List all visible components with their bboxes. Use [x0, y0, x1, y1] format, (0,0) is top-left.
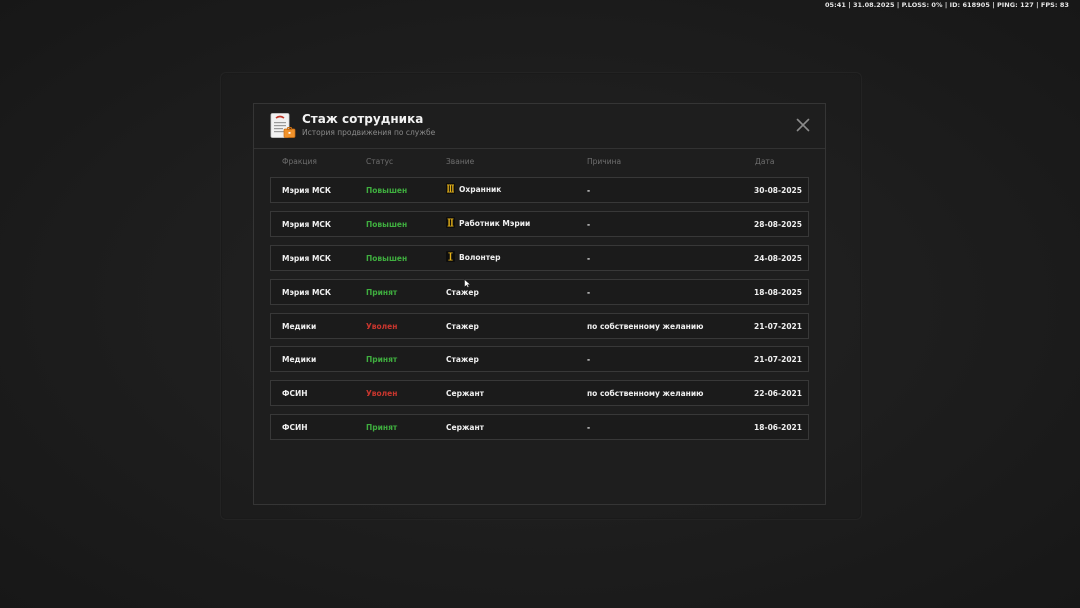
row-faction: Мэрия МСК — [282, 220, 332, 229]
row-status: Принят — [366, 355, 398, 364]
row-rank-cell: Волонтер — [446, 251, 501, 262]
row-status: Повышен — [366, 220, 408, 229]
row-date: 28-08-2025 — [754, 220, 802, 229]
row-status: Уволен — [366, 389, 398, 398]
row-rank: Стажер — [446, 288, 479, 297]
table-row: Медики Уволен Стажер по собственному жел… — [270, 313, 809, 339]
row-date: 18-08-2025 — [754, 288, 802, 297]
row-reason: по собственному желанию — [587, 322, 704, 331]
hud-stats: 05:41 | 31.08.2025 | P.LOSS: 0% | ID: 61… — [824, 1, 1069, 9]
table-row: Мэрия МСК Принят Стажер - 18-08-2025 — [270, 279, 809, 305]
row-date: 18-06-2021 — [754, 423, 802, 432]
rank-icon — [446, 217, 455, 228]
row-status: Повышен — [366, 254, 408, 263]
table-row: Мэрия МСК Повышен Работник Мэрии - 28-08… — [270, 211, 809, 237]
table-row: ФСИН Уволен Сержант по собственному жела… — [270, 380, 809, 406]
row-faction: Мэрия МСК — [282, 186, 332, 195]
row-date: 24-08-2025 — [754, 254, 802, 263]
row-faction: Мэрия МСК — [282, 288, 332, 297]
table-row: ФСИН Принят Сержант - 18-06-2021 — [270, 414, 809, 440]
row-rank: Стажер — [446, 355, 479, 364]
table-row: Медики Принят Стажер - 21-07-2021 — [270, 346, 809, 372]
row-date: 22-06-2021 — [754, 389, 802, 398]
row-reason: - — [587, 288, 591, 297]
close-icon[interactable] — [796, 118, 810, 132]
row-status: Принят — [366, 423, 398, 432]
table-row: Мэрия МСК Повышен Волонтер - 24-08-2025 — [270, 245, 809, 271]
column-headers: Фракция Статус Звание Причина Дата — [271, 157, 811, 169]
row-rank: Охранник — [459, 185, 502, 194]
document-icon — [270, 113, 296, 138]
row-reason: по собственному желанию — [587, 389, 704, 398]
modal-subtitle: История продвижения по службе — [302, 128, 436, 137]
row-rank-cell: Работник Мэрии — [446, 217, 530, 228]
rank-icon — [446, 183, 455, 194]
row-rank: Работник Мэрии — [459, 219, 531, 228]
rank-icon — [446, 251, 455, 262]
row-faction: ФСИН — [282, 423, 308, 432]
row-reason: - — [587, 355, 591, 364]
row-reason: - — [587, 423, 591, 432]
modal-header: Стаж сотрудника История продвижения по с… — [254, 104, 825, 149]
column-status: Статус — [366, 157, 394, 166]
row-status: Повышен — [366, 186, 408, 195]
row-status: Уволен — [366, 322, 398, 331]
row-date: 21-07-2021 — [754, 322, 802, 331]
row-rank: Волонтер — [459, 253, 501, 262]
row-faction: Мэрия МСК — [282, 254, 332, 263]
row-status: Принят — [366, 288, 398, 297]
column-faction: Фракция — [282, 157, 317, 166]
row-reason: - — [587, 220, 591, 229]
row-date: 21-07-2021 — [754, 355, 802, 364]
row-rank: Стажер — [446, 322, 479, 331]
modal-title: Стаж сотрудника — [302, 112, 424, 126]
column-rank: Звание — [446, 157, 475, 166]
column-date: Дата — [755, 157, 775, 166]
row-faction: ФСИН — [282, 389, 308, 398]
row-rank: Сержант — [446, 389, 485, 398]
table-row: Мэрия МСК Повышен Охранник - 30-08-2025 — [270, 177, 809, 203]
row-rank: Сержант — [446, 423, 485, 432]
row-rank-cell: Охранник — [446, 183, 501, 194]
row-reason: - — [587, 186, 591, 195]
row-faction: Медики — [282, 322, 317, 331]
column-reason: Причина — [587, 157, 622, 166]
row-reason: - — [587, 254, 591, 263]
row-faction: Медики — [282, 355, 317, 364]
mouse-cursor-icon — [464, 279, 471, 288]
row-date: 30-08-2025 — [754, 186, 802, 195]
service-record-modal: Стаж сотрудника История продвижения по с… — [253, 103, 826, 505]
